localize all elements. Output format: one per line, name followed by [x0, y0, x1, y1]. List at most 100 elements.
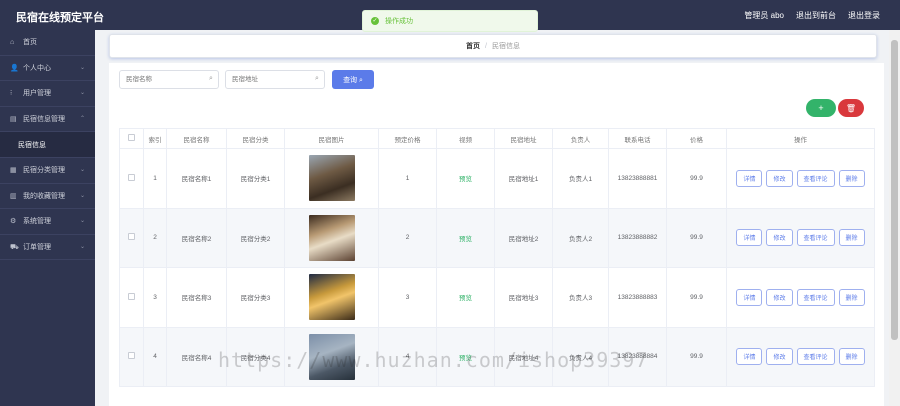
cell-address: 民宿地址2 [494, 207, 553, 268]
sidebar-item-label: 系统管理 [23, 218, 51, 226]
cell-actions: 详情 修改 查看评论 删除 [726, 326, 875, 387]
cell-index: 1 [143, 148, 167, 209]
view-comments-button[interactable]: 查看评论 [796, 288, 835, 306]
cell-booking-price: 3 [378, 267, 437, 328]
breadcrumb: 首页 / 民宿信息 [109, 34, 877, 58]
sidebar-item-users[interactable]: ⁝ 用户管理 ⌄ [0, 81, 95, 107]
sidebar-item-category-manage[interactable]: ▦ 民宿分类管理 ⌄ [0, 158, 95, 184]
checkbox[interactable] [128, 173, 135, 181]
cell-actions: 详情 修改 查看评论 删除 [726, 267, 875, 328]
detail-button[interactable]: 详情 [736, 229, 763, 247]
search-icon: ⌕ [315, 75, 319, 82]
page-scrollbar[interactable] [889, 30, 900, 406]
chevron-down-icon: ⌄ [79, 166, 85, 173]
homestay-name-input[interactable] [119, 70, 219, 89]
delete-button[interactable]: 🗑 [838, 99, 864, 117]
logout-link[interactable]: 退出登录 [848, 10, 880, 21]
cell-owner: 负责人4 [552, 326, 609, 387]
homestay-photo [308, 214, 355, 261]
grid-icon: ▦ [10, 167, 17, 175]
cell-booking-price: 1 [378, 148, 437, 209]
table-row: 1 民宿名称1 民宿分类1 1 预览 民宿地址1 负责人1 13823888881 99.9 详情… [119, 148, 875, 209]
select-all-checkbox[interactable] [119, 128, 144, 149]
chevron-down-icon: ⌄ [79, 218, 85, 225]
search-icon: ⌕ [209, 75, 213, 82]
row-delete-button[interactable]: 删除 [838, 229, 865, 247]
column-header: 民宿地址 [494, 128, 553, 149]
video-preview-link[interactable]: 预览 [459, 176, 472, 183]
sidebar-item-system[interactable]: ⚙ 系统管理 ⌄ [0, 209, 95, 235]
column-header: 价格 [666, 128, 727, 149]
view-comments-button[interactable]: 查看评论 [796, 348, 835, 366]
view-comments-button[interactable]: 查看评论 [796, 229, 835, 247]
cell-image [284, 207, 379, 268]
add-button[interactable]: + [806, 99, 836, 117]
cell-price: 99.9 [666, 207, 727, 268]
cell-price: 99.9 [666, 148, 727, 209]
column-header: 民宿图片 [284, 128, 379, 149]
cell-video: 预览 [436, 326, 495, 387]
video-preview-link[interactable]: 预览 [459, 355, 472, 362]
cell-actions: 详情 修改 查看评论 删除 [726, 207, 875, 268]
row-actions: 详情 修改 查看评论 删除 [727, 229, 874, 247]
homestay-photo [308, 274, 355, 321]
success-toast: ✓ 操作成功 [362, 10, 538, 32]
edit-button[interactable]: 修改 [766, 169, 793, 187]
sidebar-item-home[interactable]: ⌂ 首页 [0, 30, 95, 56]
checkbox[interactable] [128, 292, 135, 300]
sidebar-item-favorites[interactable]: ▥ 我的收藏管理 ⌄ [0, 184, 95, 210]
cell-index: 3 [143, 267, 167, 328]
detail-button[interactable]: 详情 [736, 288, 763, 306]
cell-price: 99.9 [666, 267, 727, 328]
sidebar-item-label: 用户管理 [23, 90, 51, 98]
row-delete-button[interactable]: 删除 [838, 288, 865, 306]
row-delete-button[interactable]: 删除 [838, 169, 865, 187]
edit-button[interactable]: 修改 [766, 229, 793, 247]
column-header: 负责人 [552, 128, 609, 149]
app-title: 民宿在线预定平台 [16, 12, 104, 24]
table-row: 3 民宿名称3 民宿分类3 3 预览 民宿地址3 负责人3 13823888883 99.9 详情… [119, 267, 875, 328]
cell-owner: 负责人3 [552, 267, 609, 328]
detail-button[interactable]: 详情 [736, 348, 763, 366]
query-button[interactable]: 查询 ⌕ [332, 70, 374, 89]
checkbox[interactable] [128, 352, 135, 360]
row-select-cell [119, 267, 144, 328]
cell-address: 民宿地址1 [494, 148, 553, 209]
edit-button[interactable]: 修改 [766, 288, 793, 306]
scrollbar-thumb[interactable] [891, 40, 898, 340]
back-to-front-link[interactable]: 退出到前台 [796, 10, 836, 21]
chevron-down-icon: ⌄ [79, 243, 85, 250]
cell-video: 预览 [436, 148, 495, 209]
homestay-address-input[interactable] [225, 70, 325, 89]
sidebar-item-homestay-manage[interactable]: ▤ 民宿信息管理 ⌃ [0, 107, 95, 133]
video-preview-link[interactable]: 预览 [459, 295, 472, 302]
cell-video: 预览 [436, 267, 495, 328]
detail-button[interactable]: 详情 [736, 169, 763, 187]
breadcrumb-home[interactable]: 首页 [466, 41, 480, 51]
column-header: 联系电话 [608, 128, 667, 149]
row-delete-button[interactable]: 删除 [838, 348, 865, 366]
sidebar-item-label: 订单管理 [23, 244, 51, 252]
row-select-cell [119, 326, 144, 387]
sidebar-item-label: 民宿分类管理 [23, 167, 65, 175]
chevron-down-icon: ⌄ [79, 192, 85, 199]
content-panel: ⌕ ⌕ 查询 ⌕ + 🗑 索引 民宿名称 民宿分类 民宿图片 预定价格 视频 [109, 63, 884, 406]
trash-icon: 🗑 [845, 103, 857, 113]
video-preview-link[interactable]: 预览 [459, 236, 472, 243]
homestay-photo [308, 333, 355, 380]
homestay-table: 索引 民宿名称 民宿分类 民宿图片 预定价格 视频 民宿地址 负责人 联系电话 … [119, 128, 875, 387]
cell-owner: 负责人2 [552, 207, 609, 268]
cell-image [284, 148, 379, 209]
edit-button[interactable]: 修改 [766, 348, 793, 366]
row-actions: 详情 修改 查看评论 删除 [727, 169, 874, 187]
sidebar-item-homestay-info[interactable]: 民宿信息 [0, 132, 95, 158]
sidebar-item-orders[interactable]: ⛟ 订单管理 ⌄ [0, 235, 95, 261]
view-comments-button[interactable]: 查看评论 [796, 169, 835, 187]
checkbox[interactable] [128, 134, 135, 141]
cell-image [284, 267, 379, 328]
table-row: 2 民宿名称2 民宿分类2 2 预览 民宿地址2 负责人2 13823888882 99.9 详情… [119, 207, 875, 268]
breadcrumb-current: 民宿信息 [491, 43, 520, 50]
checkbox[interactable] [128, 233, 135, 241]
row-select-cell [119, 148, 144, 209]
sidebar-item-profile[interactable]: 👤 个人中心 ⌄ [0, 56, 95, 82]
